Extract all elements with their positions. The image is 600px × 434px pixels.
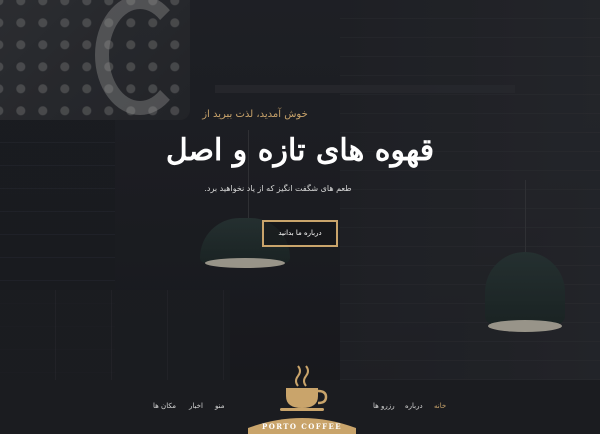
nav-item-locations[interactable]: مکان ها: [153, 402, 176, 410]
logo-text: PORTO COFFEE: [262, 422, 342, 431]
nav-item-reservations[interactable]: رزرو ها: [373, 402, 395, 410]
nav-item-home[interactable]: خانه: [434, 402, 446, 410]
nav-item-about[interactable]: درباره: [405, 402, 423, 410]
hero-headline: قهوه های تازه و اصل: [165, 133, 435, 168]
welcome-text: خوش آمدید، لذت ببرید از: [202, 109, 308, 120]
porto-coffee-logo[interactable]: PORTO COFFEE: [242, 362, 362, 434]
hero-section: خوش آمدید، لذت ببرید از قهوه های تازه و …: [0, 0, 600, 380]
hero-subline: طعم های شگفت انگیز که از یاد نخواهید برد…: [204, 184, 352, 193]
about-us-button[interactable]: درباره ما بدانید: [262, 220, 338, 247]
nav-item-menu[interactable]: منو: [215, 402, 224, 410]
nav-item-news[interactable]: اخبار: [189, 402, 203, 410]
